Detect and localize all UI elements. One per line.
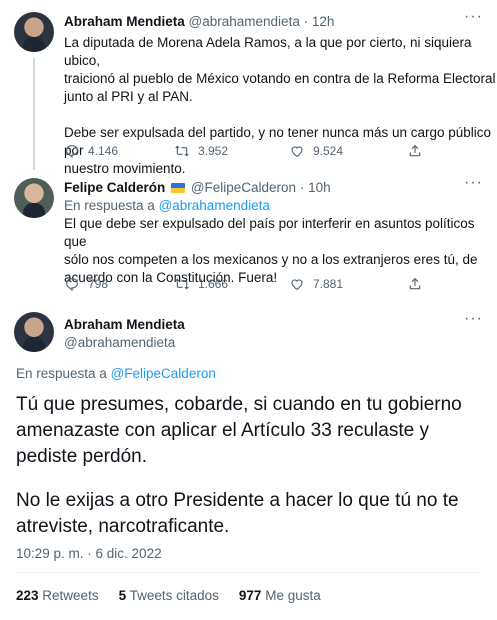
reply-icon bbox=[66, 278, 78, 292]
reply-icon bbox=[66, 145, 78, 159]
reply-button[interactable]: 4.146 bbox=[64, 143, 174, 159]
like-button[interactable]: 7.881 bbox=[289, 276, 407, 292]
reply-handle-link[interactable]: @abrahamendieta bbox=[159, 198, 270, 213]
tweet-time[interactable]: · 12h bbox=[304, 14, 335, 29]
avatar[interactable] bbox=[14, 12, 54, 52]
retweet-icon bbox=[175, 145, 189, 157]
tweet-time[interactable]: · 10h bbox=[300, 180, 331, 195]
tweet-text-line: pediste perdón. bbox=[16, 446, 147, 467]
share-icon bbox=[409, 277, 421, 290]
heart-icon bbox=[291, 146, 303, 157]
likes-stat-label: Me gusta bbox=[265, 588, 321, 603]
like-button[interactable]: 9.524 bbox=[289, 143, 407, 159]
like-count: 7.881 bbox=[313, 277, 344, 291]
heart-icon bbox=[291, 279, 303, 290]
avatar[interactable] bbox=[14, 178, 54, 218]
retweets-stat-label: Retweets bbox=[42, 588, 99, 603]
retweet-button[interactable]: 3.952 bbox=[174, 143, 289, 159]
tweet-text-line: traicionó al pueblo de México votando en… bbox=[64, 71, 496, 86]
tweet-2[interactable]: Felipe Calderón @FelipeCalderon · 10h ··… bbox=[0, 170, 497, 300]
author-handle[interactable]: @abrahamendieta bbox=[64, 334, 185, 352]
tweet-text-line: atreviste, narcotraficante. bbox=[16, 516, 230, 537]
retweets-stat-count: 223 bbox=[16, 588, 39, 603]
thread-line bbox=[33, 58, 35, 170]
reply-count: 798 bbox=[88, 277, 109, 291]
avatar[interactable] bbox=[14, 312, 54, 352]
more-options-icon[interactable]: ··· bbox=[464, 8, 483, 26]
reply-prefix: En respuesta a bbox=[16, 366, 107, 381]
tweet-header: Abraham Mendieta @abrahamendieta bbox=[64, 316, 185, 352]
reply-context: En respuesta a @abrahamendieta bbox=[64, 198, 270, 213]
tweet-text-line: No le exijas a otro Presidente a hacer l… bbox=[16, 490, 459, 511]
quotes-stat-label: Tweets citados bbox=[129, 588, 219, 603]
retweet-count: 1.666 bbox=[198, 277, 229, 291]
author-handle[interactable]: @abrahamendieta bbox=[189, 14, 300, 29]
tweet-text: Tú que presumes, cobarde, si cuando en t… bbox=[16, 392, 486, 540]
retweet-count: 3.952 bbox=[198, 144, 229, 158]
retweet-icon bbox=[175, 278, 189, 290]
divider bbox=[16, 572, 481, 573]
tweet-header: Felipe Calderón @FelipeCalderon · 10h bbox=[64, 180, 331, 195]
retweets-stat[interactable]: 223 Retweets bbox=[16, 588, 99, 603]
tweet-actions: 798 1.666 7.881 bbox=[64, 276, 423, 292]
like-count: 9.524 bbox=[313, 144, 344, 158]
likes-stat[interactable]: 977 Me gusta bbox=[239, 588, 321, 603]
share-button[interactable] bbox=[407, 143, 423, 159]
reply-button[interactable]: 798 bbox=[64, 276, 174, 292]
reply-context: En respuesta a @FelipeCalderon bbox=[16, 366, 216, 381]
more-options-icon[interactable]: ··· bbox=[464, 310, 483, 328]
tweet-1[interactable]: Abraham Mendieta @abrahamendieta · 12h ·… bbox=[0, 0, 497, 176]
reply-handle-link[interactable]: @FelipeCalderon bbox=[111, 366, 216, 381]
author-name[interactable]: Abraham Mendieta bbox=[64, 14, 185, 29]
author-handle[interactable]: @FelipeCalderon bbox=[191, 180, 296, 195]
ukraine-flag-icon bbox=[171, 183, 186, 193]
tweet-timestamp[interactable]: 10:29 p. m. · 6 dic. 2022 bbox=[16, 546, 162, 561]
author-name[interactable]: Abraham Mendieta bbox=[64, 316, 185, 334]
more-options-icon[interactable]: ··· bbox=[464, 174, 483, 192]
share-icon bbox=[409, 144, 421, 157]
quotes-stat[interactable]: 5 Tweets citados bbox=[119, 588, 219, 603]
reply-prefix: En respuesta a bbox=[64, 198, 155, 213]
tweet-stats: 223 Retweets 5 Tweets citados 977 Me gus… bbox=[16, 588, 321, 603]
quotes-stat-count: 5 bbox=[118, 588, 127, 603]
tweet-text-line: junto al PRI y al PAN. bbox=[64, 89, 193, 104]
tweet-text-line: Tú que presumes, cobarde, si cuando en t… bbox=[16, 394, 462, 415]
retweet-button[interactable]: 1.666 bbox=[174, 276, 289, 292]
tweet-3-focused: Abraham Mendieta @abrahamendieta ··· En … bbox=[0, 300, 497, 620]
author-name[interactable]: Felipe Calderón bbox=[64, 180, 165, 195]
reply-count: 4.146 bbox=[88, 144, 119, 158]
tweet-header: Abraham Mendieta @abrahamendieta · 12h bbox=[64, 14, 334, 29]
share-button[interactable] bbox=[407, 276, 423, 292]
likes-stat-count: 977 bbox=[238, 588, 262, 603]
tweet-text-line: sólo nos competen a los mexicanos y no a… bbox=[64, 252, 478, 267]
tweet-text-line: La diputada de Morena Adela Ramos, a la … bbox=[64, 35, 472, 68]
tweet-actions: 4.146 3.952 9.524 bbox=[64, 143, 423, 159]
tweet-text-line: amenazaste con aplicar el Artículo 33 re… bbox=[16, 420, 429, 441]
tweet-text-line: El que debe ser expulsado del país por i… bbox=[64, 216, 475, 249]
